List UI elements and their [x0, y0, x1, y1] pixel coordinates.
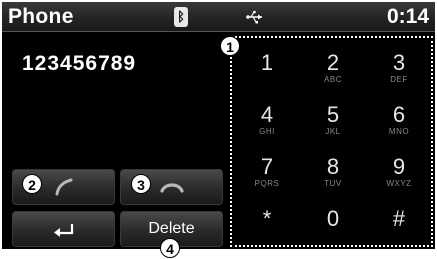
screen-title: Phone	[8, 5, 74, 28]
key-6[interactable]: 6 MNO	[366, 92, 432, 144]
key-7[interactable]: 7 PQRS	[234, 144, 300, 196]
key-letters: DEF	[390, 75, 408, 84]
callout-marker-1: 1	[220, 36, 240, 56]
key-digit: 7	[260, 154, 274, 179]
back-arrow-icon	[53, 224, 73, 237]
keypad: 1 2 ABC 3 DEF 4 GHI 5 JKL 6 MNO 7 PQRS 8	[230, 36, 433, 247]
back-button[interactable]	[12, 211, 115, 247]
key-digit: 3	[392, 50, 406, 75]
key-9[interactable]: 9 WXYZ	[366, 144, 432, 196]
key-8[interactable]: 8 TUV	[300, 144, 366, 196]
callout-marker-3: 3	[131, 174, 151, 194]
key-digit: 9	[392, 154, 406, 179]
key-digit: 5	[326, 102, 340, 127]
clock: 0:14	[386, 5, 429, 28]
key-letters: PQRS	[254, 179, 280, 188]
key-letters: ABC	[324, 75, 342, 84]
key-letters: WXYZ	[386, 179, 412, 188]
status-bar: Phone ᛒ 0:14	[2, 2, 435, 32]
callout-marker-4: 4	[160, 238, 180, 258]
key-digit: 4	[260, 102, 274, 127]
key-digit: 6	[392, 102, 406, 127]
phone-screen: Phone ᛒ 0:14 123456789 Delete 1 2 ABC 3 …	[2, 2, 435, 249]
key-2[interactable]: 2 ABC	[300, 40, 366, 92]
usb-icon	[246, 10, 262, 24]
key-digit: 8	[326, 154, 340, 179]
key-star[interactable]: *	[234, 196, 300, 248]
key-digit: 0	[326, 206, 340, 231]
dialed-number: 123456789	[22, 52, 137, 75]
key-letters: JKL	[325, 127, 341, 136]
key-4[interactable]: 4 GHI	[234, 92, 300, 144]
handset-call-icon	[55, 178, 72, 196]
key-letters: TUV	[324, 179, 342, 188]
key-digit: 2	[326, 50, 340, 75]
handset-end-icon	[159, 183, 184, 193]
key-digit: *	[262, 206, 272, 231]
callout-marker-2: 2	[22, 174, 42, 194]
key-0[interactable]: 0	[300, 196, 366, 248]
key-3[interactable]: 3 DEF	[366, 40, 432, 92]
bluetooth-icon: ᛒ	[174, 7, 188, 27]
key-digit: 1	[260, 50, 274, 75]
key-hash[interactable]: #	[366, 196, 432, 248]
key-letters: MNO	[388, 127, 410, 136]
key-letters: GHI	[259, 127, 275, 136]
key-digit: #	[392, 206, 406, 231]
key-1[interactable]: 1	[234, 40, 300, 92]
key-5[interactable]: 5 JKL	[300, 92, 366, 144]
